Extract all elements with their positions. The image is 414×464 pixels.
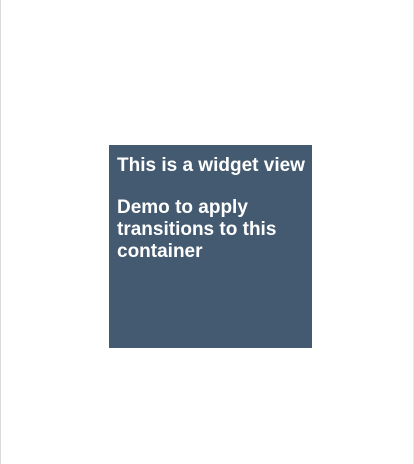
window-left-edge bbox=[0, 0, 1, 464]
widget-title: This is a widget view bbox=[117, 155, 305, 176]
widget-container[interactable]: This is a widget view Demo to apply tran… bbox=[109, 145, 312, 348]
widget-description: Demo to apply transitions to this contai… bbox=[117, 197, 277, 262]
